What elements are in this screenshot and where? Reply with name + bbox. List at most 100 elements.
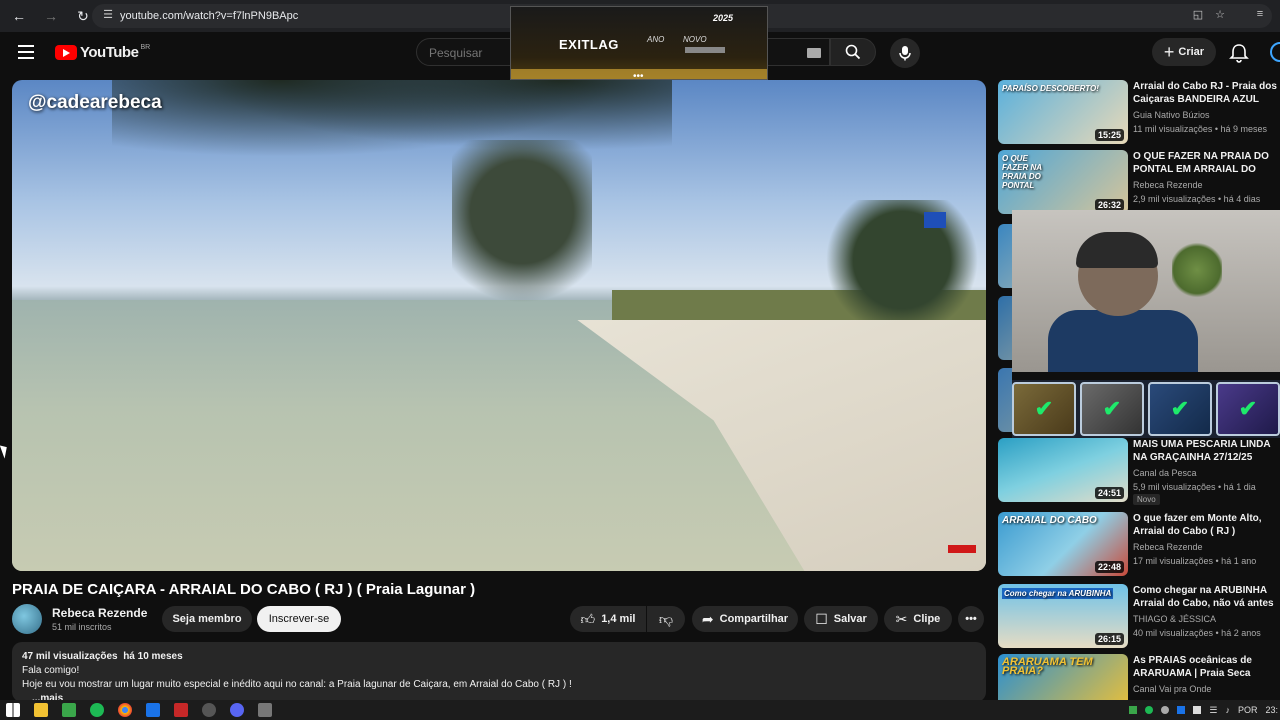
recommendation-channel[interactable]: Canal da Pesca <box>1133 468 1197 478</box>
recommendation-channel[interactable]: Canal Vai pra Onde <box>1133 684 1211 694</box>
reading-list-icon[interactable]: ≡ <box>1252 8 1268 24</box>
recommendation-title[interactable]: As PRAIAS oceânicas de ARARUAMA | Praia … <box>1133 654 1280 680</box>
install-app-icon[interactable]: ◱ <box>1190 8 1206 24</box>
search-button[interactable] <box>830 38 876 66</box>
thumbs-up-icon: 👍︎ <box>580 610 596 627</box>
dislike-button[interactable]: 👎︎ <box>647 606 685 632</box>
video-watermark: @cadearebeca <box>28 92 162 113</box>
channel-name[interactable]: Rebeca Rezende <box>52 606 147 620</box>
language-indicator[interactable]: POR <box>1238 705 1258 715</box>
site-info-icon[interactable]: ☰ <box>100 8 116 24</box>
video-thumbnail[interactable] <box>998 368 1012 432</box>
windows-start-icon[interactable] <box>6 703 20 717</box>
video-thumbnail[interactable]: Como chegar na ARUBINHA 26:15 <box>998 584 1128 648</box>
app-icon[interactable] <box>62 703 76 717</box>
create-button[interactable]: + Criar <box>1152 38 1216 66</box>
forward-icon[interactable]: → <box>38 3 64 29</box>
app-icon[interactable] <box>202 703 216 717</box>
app-icon[interactable] <box>174 703 188 717</box>
subscriber-count: 51 mil inscritos <box>52 622 112 632</box>
subscribe-button[interactable]: Inscrever-se <box>257 606 341 632</box>
thumbnail-text: PARAÍSO DESCOBERTO! <box>1002 84 1099 93</box>
volume-icon[interactable]: ♪ <box>1225 705 1230 715</box>
app-icon[interactable] <box>146 703 160 717</box>
join-button[interactable]: Seja membro <box>162 606 252 632</box>
logo-text: YouTube <box>80 44 139 61</box>
description-line: Hoje eu vou mostrar um lugar muito espec… <box>22 679 572 690</box>
app-icon[interactable] <box>258 703 272 717</box>
tray-icon[interactable] <box>1177 706 1186 714</box>
recommendation-meta: 5,9 mil visualizações • há 1 dia <box>1133 482 1256 492</box>
back-icon[interactable]: ← <box>6 3 32 29</box>
account-avatar[interactable] <box>1270 42 1280 62</box>
keyboard-icon[interactable] <box>807 48 821 58</box>
share-button[interactable]: ➦ Compartilhar <box>692 606 798 632</box>
description-box[interactable]: 47 mil visualizações há 10 meses Fala co… <box>12 642 986 704</box>
channel-badge <box>948 545 976 553</box>
upload-date: há 10 meses <box>123 651 183 662</box>
save-button[interactable]: ☐ Salvar <box>804 606 878 632</box>
recommendation-title[interactable]: Arraial do Cabo RJ - Praia dos Caiçaras … <box>1133 80 1280 106</box>
recommendation-title[interactable]: O QUE FAZER NA PRAIA DO PONTAL EM ARRAIA… <box>1133 150 1280 178</box>
description-line: Fala comigo! <box>22 665 80 676</box>
channel-avatar[interactable] <box>12 604 42 634</box>
tray-icon[interactable] <box>1193 706 1202 714</box>
thumbnail-text: Como chegar na ARUBINHA <box>1002 588 1114 599</box>
description-meta: 47 mil visualizações há 10 meses <box>22 650 976 664</box>
recommendation-item[interactable] <box>998 296 1012 362</box>
tray-icon[interactable] <box>1161 706 1170 714</box>
file-explorer-icon[interactable] <box>34 703 48 717</box>
ad-tag-ano: ANO <box>647 35 665 44</box>
clock[interactable]: 23: <box>1265 705 1278 715</box>
ad-year: 2025 <box>713 13 734 23</box>
video-thumbnail[interactable]: ARRAIAL DO CABO 22:48 <box>998 512 1128 576</box>
discord-icon[interactable] <box>230 703 244 717</box>
recommendation-item[interactable]: 24:51 MAIS UMA PESCARIA LINDA NA GRAÇAIN… <box>998 438 1280 505</box>
recommendation-item[interactable] <box>998 368 1012 434</box>
windows-taskbar: ☰ ♪ POR 23: <box>0 700 1280 720</box>
plus-icon: + <box>1163 41 1175 62</box>
recommendation-channel[interactable]: THIAGO & JÉSSICA <box>1133 614 1216 624</box>
video-thumbnail[interactable]: ARARUAMA TEM PRAIA? <box>998 654 1128 700</box>
video-thumbnail[interactable]: PARAÍSO DESCOBERTO! 15:25 <box>998 80 1128 144</box>
youtube-logo[interactable]: YouTube BR <box>55 44 150 61</box>
recommendation-meta: 40 mil visualizações • há 2 anos <box>1133 628 1261 638</box>
recommendation-channel[interactable]: Guia Nativo Búzios <box>1133 110 1210 120</box>
recommendation-item[interactable]: ARARUAMA TEM PRAIA? As PRAIAS oceânicas … <box>998 654 1280 700</box>
video-thumbnail[interactable]: O QUE FAZER NA PRAIA DO PONTAL 26:32 <box>998 150 1128 214</box>
recommendation-channel[interactable]: Rebeca Rezende <box>1133 180 1203 190</box>
video-thumbnail[interactable] <box>998 224 1012 288</box>
video-player[interactable]: @cadearebeca <box>12 80 986 571</box>
recommendation-channel[interactable]: Rebeca Rezende <box>1133 542 1203 552</box>
clip-button[interactable]: ✂ Clipe <box>884 606 952 632</box>
recommendation-title[interactable]: O que fazer em Monte Alto, Arraial do Ca… <box>1133 512 1280 538</box>
wifi-icon[interactable]: ☰ <box>1209 705 1217 716</box>
more-dots-icon: ••• <box>965 613 977 625</box>
duration-badge: 22:48 <box>1094 561 1124 573</box>
share-label: Compartilhar <box>719 613 789 625</box>
recommendation-title[interactable]: Como chegar na ARUBINHA Arraial do Cabo,… <box>1133 584 1280 612</box>
chrome-icon[interactable] <box>118 703 132 717</box>
blue-flag <box>924 212 946 228</box>
bookmark-star-icon[interactable]: ☆ <box>1212 8 1228 24</box>
video-thumbnail[interactable]: 24:51 <box>998 438 1128 502</box>
video-thumbnail[interactable] <box>998 296 1012 360</box>
recommendation-item[interactable]: O QUE FAZER NA PRAIA DO PONTAL 26:32 O QU… <box>998 150 1280 216</box>
recommendation-item[interactable]: PARAÍSO DESCOBERTO! 15:25 Arraial do Cabo… <box>998 80 1280 146</box>
recommendation-title[interactable]: MAIS UMA PESCARIA LINDA NA GRAÇAINHA 27/… <box>1133 438 1280 464</box>
like-button[interactable]: 👍︎ 1,4 mil <box>570 606 646 632</box>
voice-search-button[interactable] <box>890 38 920 68</box>
tray-icon[interactable] <box>1145 706 1154 714</box>
recommendation-item[interactable] <box>998 224 1012 290</box>
thumbnail-text: O QUE FAZER NA PRAIA DO PONTAL <box>1002 154 1042 190</box>
tray-icon[interactable] <box>1129 706 1138 714</box>
ad-brand: EXITLAG <box>559 37 619 52</box>
spotify-icon[interactable] <box>90 703 104 717</box>
notifications-bell-icon[interactable] <box>1228 42 1250 64</box>
recommendation-item[interactable]: Como chegar na ARUBINHA 26:15 Como chegar… <box>998 584 1280 650</box>
recommendation-meta: 17 mil visualizações • há 1 ano <box>1133 556 1257 566</box>
menu-icon[interactable] <box>18 45 34 59</box>
video-title: PRAIA DE CAIÇARA - ARRAIAL DO CABO ( RJ … <box>12 581 476 598</box>
more-actions-button[interactable]: ••• <box>958 606 984 632</box>
recommendation-item[interactable]: ARRAIAL DO CABO 22:48 O que fazer em Mont… <box>998 512 1280 578</box>
